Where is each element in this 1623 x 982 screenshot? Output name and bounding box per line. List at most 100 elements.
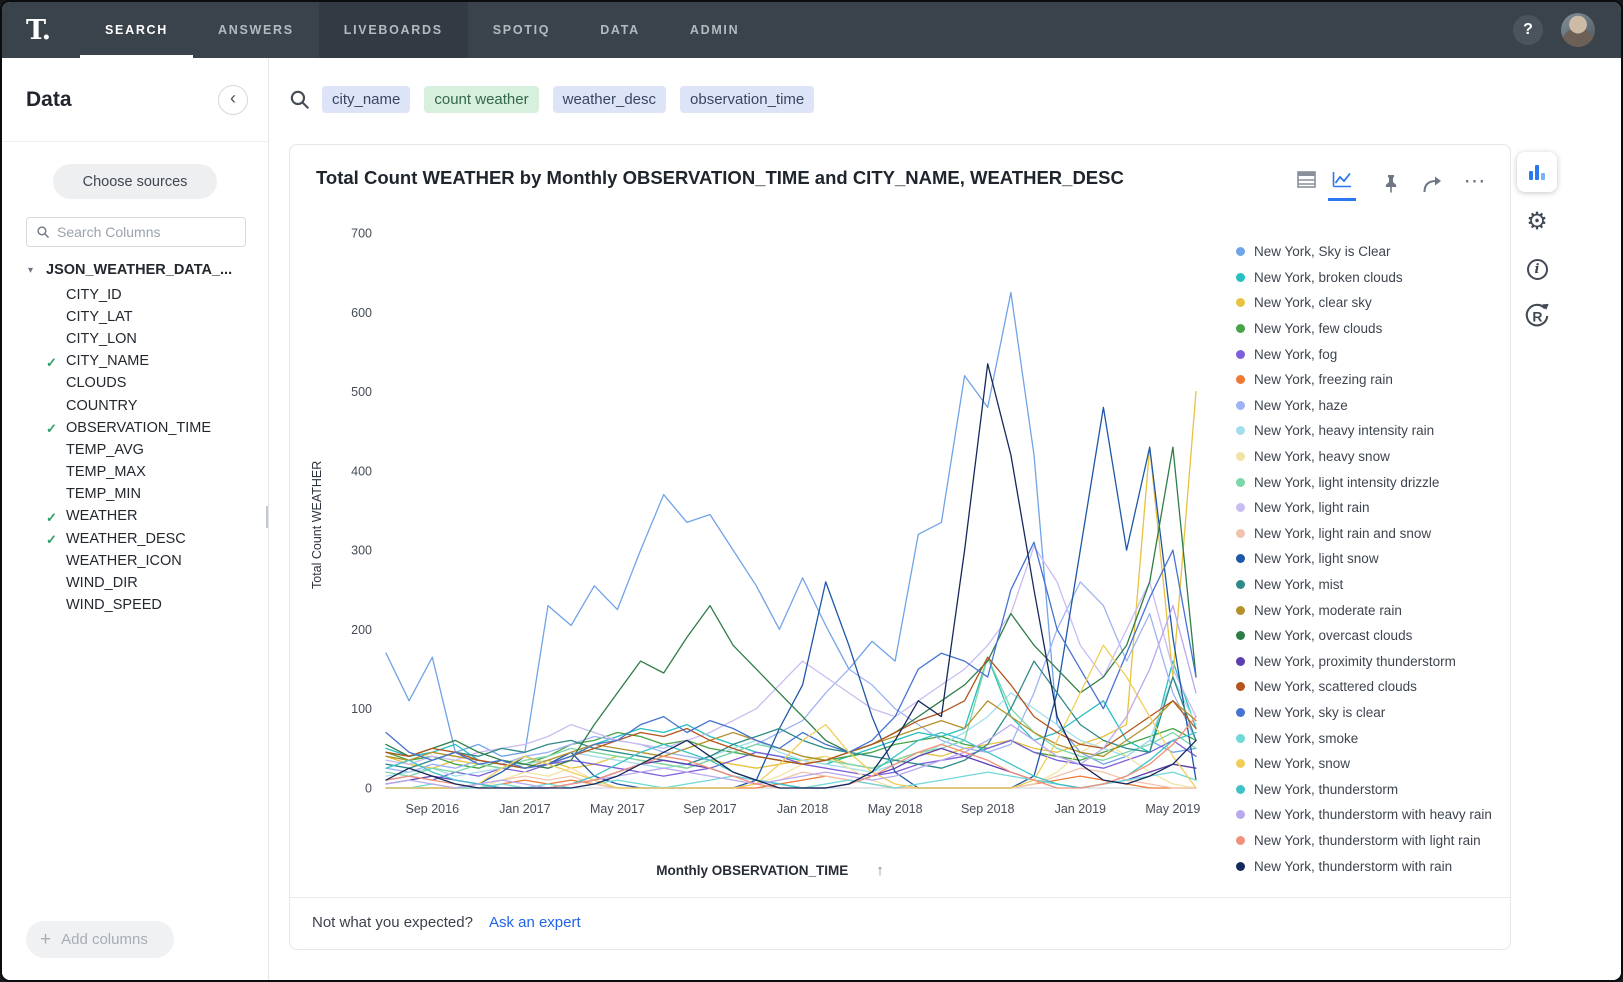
- search-columns-box[interactable]: [26, 217, 246, 247]
- plus-icon: +: [40, 930, 51, 949]
- search-token[interactable]: count weather: [424, 86, 538, 113]
- legend-dot: [1236, 631, 1245, 640]
- svg-text:Jan 2019: Jan 2019: [1055, 802, 1106, 816]
- ask-expert-link[interactable]: Ask an expert: [489, 914, 581, 931]
- column-city_name[interactable]: ✓CITY_NAME: [2, 351, 268, 373]
- legend-item[interactable]: New York, fog: [1236, 341, 1502, 367]
- legend-item[interactable]: New York, light intensity drizzle: [1236, 469, 1502, 495]
- answer-card: Total Count WEATHER by Monthly OBSERVATI…: [289, 144, 1511, 950]
- legend-item[interactable]: New York, thunderstorm with rain: [1236, 853, 1502, 879]
- column-city_id[interactable]: CITY_ID: [2, 284, 268, 306]
- column-country[interactable]: COUNTRY: [2, 395, 268, 417]
- nav-item-search[interactable]: SEARCH: [80, 2, 193, 58]
- share-icon[interactable]: [1420, 171, 1446, 197]
- legend-item[interactable]: New York, sky is clear: [1236, 700, 1502, 726]
- line-chart[interactable]: 0100200300400500600700Sep 2016Jan 2017Ma…: [334, 205, 1204, 850]
- chart-view-toggle[interactable]: [1328, 167, 1356, 201]
- legend-item[interactable]: New York, light snow: [1236, 546, 1502, 572]
- legend-label: New York, broken clouds: [1254, 270, 1403, 285]
- table-icon: [1297, 171, 1316, 188]
- legend-item[interactable]: New York, light rain: [1236, 495, 1502, 521]
- nav-item-answers[interactable]: ANSWERS: [193, 2, 319, 58]
- legend-item[interactable]: New York, smoke: [1236, 725, 1502, 751]
- column-label: TEMP_MIN: [66, 486, 141, 502]
- add-columns-button[interactable]: + Add columns: [26, 921, 174, 958]
- table-node[interactable]: ▾ JSON_WEATHER_DATA_...: [2, 259, 268, 284]
- thoughtspot-logo[interactable]: T.: [26, 15, 50, 46]
- search-token[interactable]: weather_desc: [553, 86, 666, 113]
- column-label: CITY_NAME: [66, 353, 149, 369]
- column-wind_dir[interactable]: WIND_DIR: [2, 572, 268, 594]
- legend-label: New York, light intensity drizzle: [1254, 475, 1439, 490]
- legend-item[interactable]: New York, mist: [1236, 572, 1502, 598]
- legend-dot: [1236, 785, 1245, 794]
- legend-label: New York, light rain: [1254, 500, 1370, 515]
- svg-text:0: 0: [365, 782, 372, 796]
- legend-item[interactable]: New York, thunderstorm: [1236, 776, 1502, 802]
- column-clouds[interactable]: CLOUDS: [2, 373, 268, 395]
- more-options-icon[interactable]: ⋯: [1462, 171, 1488, 197]
- settings-gear-icon[interactable]: ⚙: [1520, 205, 1554, 239]
- info-icon[interactable]: i: [1520, 252, 1554, 286]
- collapse-sidebar-button[interactable]: ‹: [218, 85, 248, 115]
- user-avatar[interactable]: [1561, 13, 1595, 47]
- legend-dot: [1236, 554, 1245, 563]
- nav-item-data[interactable]: DATA: [575, 2, 665, 58]
- legend-item[interactable]: New York, snow: [1236, 751, 1502, 777]
- nav-item-liveboards[interactable]: LIVEBOARDS: [319, 2, 468, 58]
- legend-dot: [1236, 862, 1245, 871]
- search-columns-input[interactable]: [57, 224, 236, 240]
- legend-item[interactable]: New York, overcast clouds: [1236, 623, 1502, 649]
- column-city_lon[interactable]: CITY_LON: [2, 328, 268, 350]
- x-axis-label-text: Monthly OBSERVATION_TIME: [656, 863, 848, 878]
- column-weather[interactable]: ✓WEATHER: [2, 506, 268, 528]
- legend-item[interactable]: New York, broken clouds: [1236, 265, 1502, 291]
- legend-item[interactable]: New York, Sky is Clear: [1236, 239, 1502, 265]
- legend-item[interactable]: New York, thunderstorm with heavy rain: [1236, 802, 1502, 828]
- legend-item[interactable]: New York, heavy intensity rain: [1236, 418, 1502, 444]
- column-temp_max[interactable]: TEMP_MAX: [2, 462, 268, 484]
- search-token[interactable]: city_name: [322, 86, 410, 113]
- nav-item-admin[interactable]: ADMIN: [665, 2, 764, 58]
- legend-item[interactable]: New York, heavy snow: [1236, 444, 1502, 470]
- column-temp_avg[interactable]: TEMP_AVG: [2, 439, 268, 461]
- legend-item[interactable]: New York, thunderstorm with light rain: [1236, 828, 1502, 854]
- table-view-toggle[interactable]: [1293, 167, 1320, 201]
- legend-label: New York, freezing rain: [1254, 372, 1393, 387]
- legend-item[interactable]: New York, moderate rain: [1236, 597, 1502, 623]
- column-temp_min[interactable]: TEMP_MIN: [2, 484, 268, 506]
- help-button[interactable]: ?: [1513, 15, 1543, 45]
- column-city_lat[interactable]: CITY_LAT: [2, 306, 268, 328]
- legend-item[interactable]: New York, freezing rain: [1236, 367, 1502, 393]
- legend-label: New York, thunderstorm with heavy rain: [1254, 807, 1492, 822]
- legend-item[interactable]: New York, clear sky: [1236, 290, 1502, 316]
- svg-text:600: 600: [351, 306, 372, 320]
- legend-item[interactable]: New York, few clouds: [1236, 316, 1502, 342]
- pin-icon[interactable]: [1378, 171, 1404, 197]
- legend-item[interactable]: New York, scattered clouds: [1236, 674, 1502, 700]
- nav-item-spotiq[interactable]: SPOTIQ: [468, 2, 575, 58]
- column-observation_time[interactable]: ✓OBSERVATION_TIME: [2, 417, 268, 439]
- legend-dot: [1236, 708, 1245, 717]
- r-analysis-icon[interactable]: R: [1520, 299, 1554, 333]
- line-chart-icon: [1332, 171, 1352, 188]
- column-list: CITY_IDCITY_LATCITY_LON✓CITY_NAMECLOUDSC…: [2, 284, 268, 617]
- svg-text:400: 400: [351, 464, 372, 478]
- search-token[interactable]: observation_time: [680, 86, 814, 113]
- column-weather_icon[interactable]: WEATHER_ICON: [2, 550, 268, 572]
- search-bar[interactable]: city_name count weather weather_desc observ…: [289, 84, 1621, 114]
- chart-config-button[interactable]: [1517, 152, 1557, 192]
- legend-item[interactable]: New York, proximity thunderstorm: [1236, 649, 1502, 675]
- legend-label: New York, sky is clear: [1254, 705, 1385, 720]
- table-name: JSON_WEATHER_DATA_...: [46, 262, 232, 278]
- choose-sources-button[interactable]: Choose sources: [53, 164, 217, 199]
- nav-right: ?: [1513, 13, 1621, 47]
- legend-item[interactable]: New York, haze: [1236, 393, 1502, 419]
- sort-asc-icon[interactable]: ↑: [876, 862, 884, 879]
- caret-down-icon: ▾: [28, 265, 33, 276]
- search-icon: [36, 225, 50, 239]
- column-wind_speed[interactable]: WIND_SPEED: [2, 595, 268, 617]
- column-weather_desc[interactable]: ✓WEATHER_DESC: [2, 528, 268, 550]
- check-icon: ✓: [46, 509, 57, 526]
- legend-item[interactable]: New York, light rain and snow: [1236, 521, 1502, 547]
